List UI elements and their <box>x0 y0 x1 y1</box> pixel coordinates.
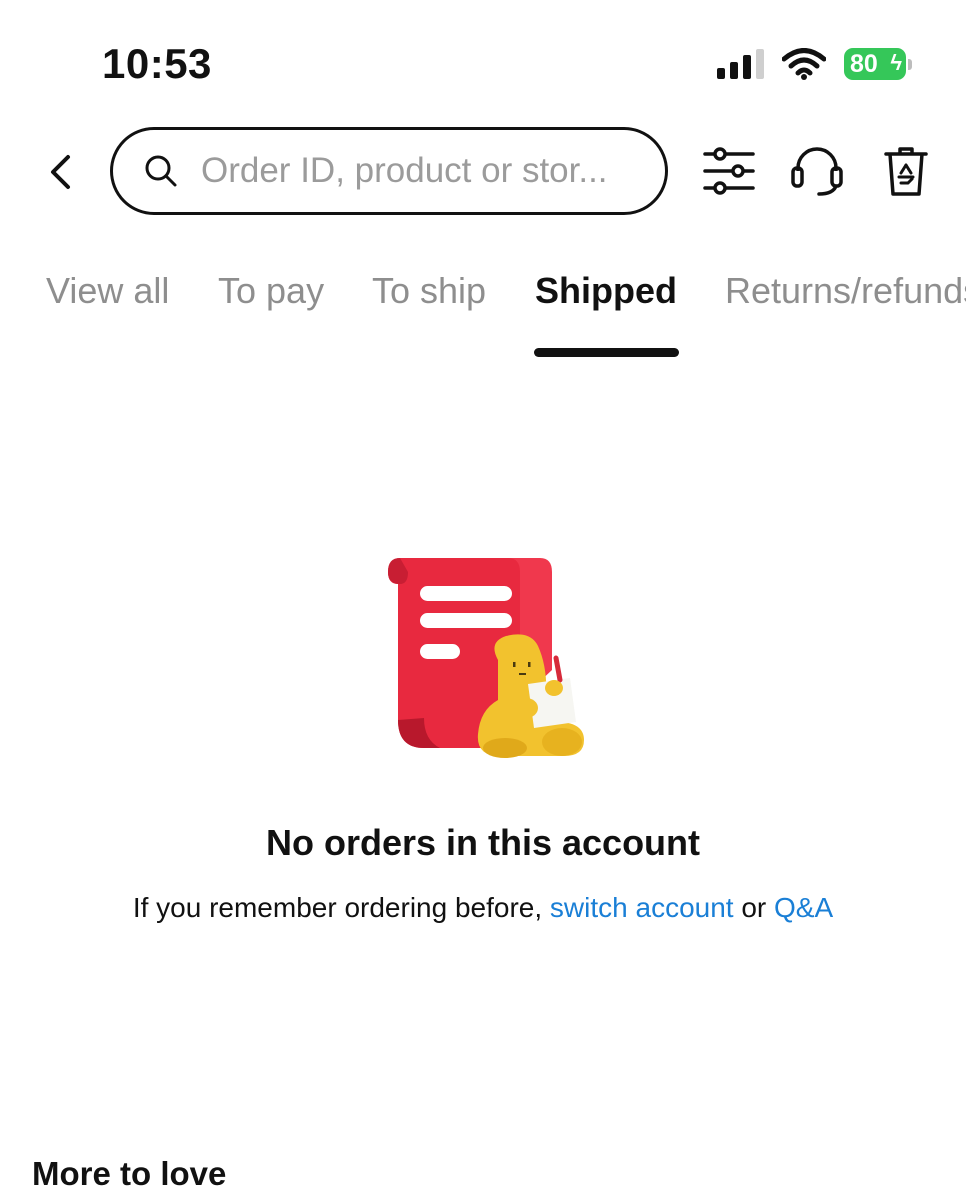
wifi-icon <box>782 48 826 80</box>
tab-returns-refunds[interactable]: Returns/refunds <box>725 270 966 312</box>
receipt-with-character-illustration <box>388 558 584 758</box>
order-status-tabs: View all To pay To ship Shipped Returns/… <box>0 270 966 360</box>
search-placeholder: Order ID, product or stor... <box>201 151 608 190</box>
search-icon <box>145 155 177 187</box>
empty-state-prefix: If you remember ordering before, <box>132 892 550 923</box>
cellular-signal-icon <box>717 49 764 79</box>
filter-sliders-icon <box>703 147 755 195</box>
empty-state-subtitle: If you remember ordering before, switch … <box>0 892 966 924</box>
tab-to-ship[interactable]: To ship <box>372 270 486 312</box>
charging-bolt-icon: ϟ <box>890 50 902 75</box>
battery-charging-icon: 80 ϟ <box>844 48 912 80</box>
chevron-left-icon <box>51 155 70 189</box>
orders-page: 10:53 80 ϟ Order ID, product or stor... <box>0 0 966 1200</box>
back-button[interactable] <box>40 148 80 196</box>
customer-service-button[interactable] <box>788 142 846 200</box>
customer-service-headset-icon <box>791 147 843 196</box>
recycle-bin-button[interactable] <box>877 142 935 200</box>
tab-shipped[interactable]: Shipped <box>535 270 677 312</box>
qa-link[interactable]: Q&A <box>774 892 833 923</box>
empty-state-title: No orders in this account <box>265 822 701 863</box>
tab-view-all[interactable]: View all <box>46 270 169 312</box>
empty-state-conjunction: or <box>733 892 775 923</box>
tab-to-pay[interactable]: To pay <box>218 270 324 312</box>
switch-account-link[interactable]: switch account <box>550 892 734 923</box>
search-input[interactable]: Order ID, product or stor... <box>110 127 668 215</box>
active-tab-indicator <box>534 348 679 357</box>
more-to-love-heading: More to love <box>32 1155 227 1192</box>
status-time: 10:53 <box>102 40 212 87</box>
filter-button[interactable] <box>700 142 758 200</box>
recycle-bin-icon <box>884 147 928 196</box>
status-icons: 80 ϟ <box>717 48 912 80</box>
battery-level: 80 <box>850 49 878 78</box>
